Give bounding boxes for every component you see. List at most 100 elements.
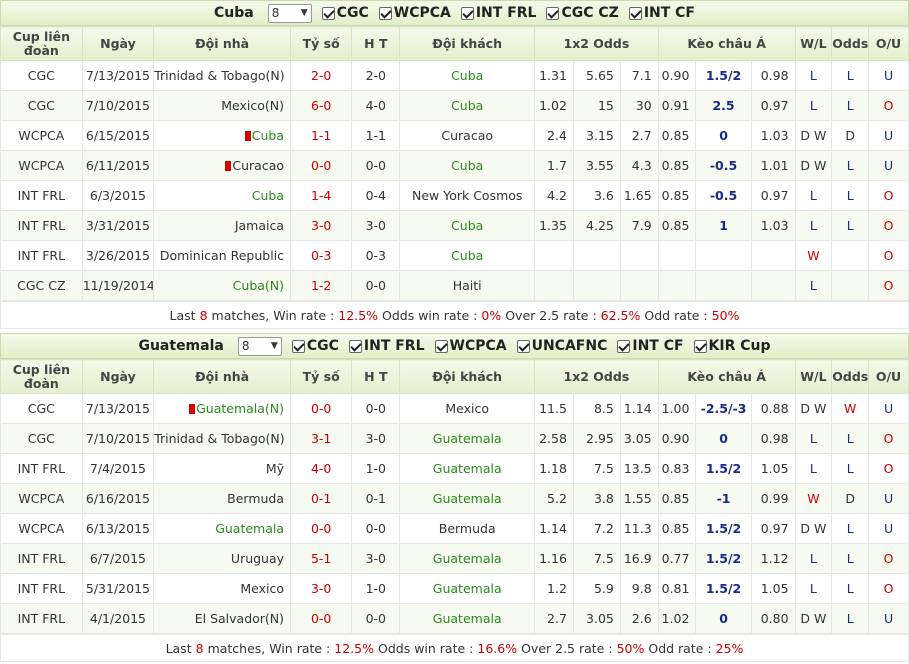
cell-handicap-home-odds-text: 0.85 — [661, 218, 690, 233]
checkbox-checked-icon[interactable] — [291, 339, 305, 353]
cell-away-team-text[interactable]: Cuba — [451, 218, 483, 233]
cell-away-team-text[interactable]: Cuba — [451, 68, 483, 83]
cell-wl: D W — [794, 393, 833, 424]
cell-handicap-line-text: -0.5 — [709, 188, 738, 203]
league-filter-int-frl[interactable]: INT FRL — [348, 338, 425, 354]
cell-home-team-text[interactable]: Mỹ — [266, 461, 284, 476]
cell-home-team-text[interactable]: El Salvador(N) — [195, 611, 284, 626]
checkbox-checked-icon[interactable] — [516, 339, 530, 353]
league-filter-int-cf[interactable]: INT CF — [617, 338, 684, 354]
cell-score: 3-0 — [290, 210, 353, 241]
cell-home-team: Mỹ — [153, 453, 292, 484]
cell-away-team-text[interactable]: Guatemala — [433, 581, 502, 596]
league-filter-int-cf[interactable]: INT CF — [628, 5, 695, 21]
cell-away-team-text[interactable]: Curacao — [441, 128, 493, 143]
cell-home-team-text[interactable]: Trinidad & Tobago(N) — [155, 431, 285, 446]
checkbox-checked-icon[interactable] — [617, 339, 631, 353]
cell-handicap-away-odds-text: 0.99 — [760, 491, 789, 506]
cell-away-team-text[interactable]: Haiti — [453, 278, 482, 293]
cell-league-text: CGC — [27, 98, 55, 113]
cell-halftime-text: 0-4 — [365, 188, 386, 203]
cell-halftime-text: 1-0 — [365, 461, 386, 476]
cell-away-team-text[interactable]: New York Cosmos — [412, 188, 522, 203]
cell-home-team: Guatemala(N) — [153, 393, 292, 424]
cell-home-team-text[interactable]: Trinidad & Tobago(N) — [155, 68, 285, 83]
cell-home-team-text[interactable]: Cuba — [252, 188, 284, 203]
cell-date-text: 4/1/2015 — [89, 611, 147, 626]
cell-odds-draw-text: 5.9 — [593, 581, 614, 596]
checkbox-checked-icon[interactable] — [378, 6, 392, 20]
cell-away-team-text[interactable]: Cuba — [451, 248, 483, 263]
cell-odds-result-text: L — [846, 431, 854, 446]
league-filters: CGC INT FRL WCPCA UNCAFNC INT CF KIR Cup — [291, 338, 771, 354]
cell-league-text: INT FRL — [17, 611, 66, 626]
section-summary: Last 8 matches, Win rate : 12.5% Odds wi… — [0, 634, 909, 662]
checkbox-checked-icon[interactable] — [546, 6, 560, 20]
cell-home-team: Jamaica — [153, 210, 292, 241]
section-titlebar: Guatemala 8 ▼ CGC INT FRL WCPCA UNCAFNC INT … — [0, 333, 909, 359]
cell-away-team-text[interactable]: Mexico — [445, 401, 489, 416]
cell-home-team-text[interactable]: Guatemala(N) — [196, 401, 284, 416]
cell-home-team-text[interactable]: Curacao — [232, 158, 284, 173]
summary-last-label: Last — [165, 640, 192, 656]
cell-date-text: 6/13/2015 — [85, 521, 150, 536]
col-asian-handicap: Kèo châu Á — [657, 26, 796, 61]
cell-handicap-away-odds: 1.05 — [750, 573, 796, 604]
cell-home-team-text[interactable]: Mexico — [240, 581, 284, 596]
cell-away-team-text[interactable]: Guatemala — [433, 551, 502, 566]
cell-handicap-home-odds: 1.00 — [657, 393, 697, 424]
checkbox-checked-icon[interactable] — [693, 339, 707, 353]
cell-handicap-line: -0.5 — [695, 180, 752, 211]
cell-home-team-text[interactable]: Dominican Republic — [160, 248, 284, 263]
cell-home-team-text[interactable]: Uruguay — [231, 551, 284, 566]
cell-odds-home: 4.2 — [534, 180, 574, 211]
cell-away-team-text[interactable]: Bermuda — [439, 521, 496, 536]
summary-last-label: Last — [169, 307, 196, 323]
cell-wl-text: D W — [800, 521, 827, 536]
league-filter-kir-cup[interactable]: KIR Cup — [693, 338, 771, 354]
cell-away-team-text[interactable]: Guatemala — [433, 611, 502, 626]
league-filter-label: WCPCA — [393, 5, 451, 21]
league-filter-label: CGC CZ — [561, 5, 619, 21]
league-filter-wcpca[interactable]: WCPCA — [378, 5, 451, 21]
cell-handicap-away-odds — [750, 240, 796, 271]
cell-odds-draw-text: 7.5 — [593, 461, 614, 476]
league-filter-wcpca[interactable]: WCPCA — [434, 338, 507, 354]
cell-away-team-text[interactable]: Guatemala — [433, 461, 502, 476]
checkbox-checked-icon[interactable] — [348, 339, 362, 353]
cell-home-team-text[interactable]: Mexico(N) — [221, 98, 284, 113]
cell-home-team-text[interactable]: Guatemala — [215, 521, 284, 536]
cell-ou: O — [868, 543, 909, 574]
cell-away-team-text[interactable]: Cuba — [451, 158, 483, 173]
cell-handicap-away-odds: 0.97 — [750, 513, 796, 544]
match-count-select[interactable]: 8 ▼ — [267, 3, 312, 23]
cell-odds-draw: 3.15 — [572, 120, 621, 151]
cell-away-team-text[interactable]: Guatemala — [433, 431, 502, 446]
cell-away-team-text[interactable]: Cuba — [451, 98, 483, 113]
cell-home-team-text[interactable]: Jamaica — [235, 218, 284, 233]
cell-handicap-line: -0.5 — [695, 150, 752, 181]
checkbox-checked-icon[interactable] — [460, 6, 474, 20]
cell-handicap-line: 1.5/2 — [695, 453, 752, 484]
checkbox-checked-icon[interactable] — [321, 6, 335, 20]
checkbox-checked-icon[interactable] — [628, 6, 642, 20]
cell-home-team-text[interactable]: Cuba(N) — [233, 278, 284, 293]
cell-away-team-text[interactable]: Guatemala — [433, 491, 502, 506]
cell-odds-draw-text: 2.95 — [586, 431, 614, 446]
league-filter-cgc[interactable]: CGC — [291, 338, 339, 354]
cell-odds-home-text: 5.2 — [547, 491, 567, 506]
checkbox-checked-icon[interactable] — [434, 339, 448, 353]
match-count-select[interactable]: 8 ▼ — [237, 336, 282, 356]
cell-odds-away: 1.65 — [619, 180, 659, 211]
league-filter-cgc[interactable]: CGC — [321, 5, 369, 21]
table-row: CGC 7/10/2015 Trinidad & Tobago(N) 3-1 3-0 Gu… — [0, 423, 909, 454]
cell-handicap-line-text: 0 — [719, 128, 728, 143]
cell-handicap-home-odds — [657, 240, 697, 271]
league-filter-cgc-cz[interactable]: CGC CZ — [546, 5, 619, 21]
cell-odds-home: 5.2 — [534, 483, 574, 514]
cell-home-team-text[interactable]: Bermuda — [227, 491, 284, 506]
col-wl: W/L — [794, 26, 833, 61]
league-filter-uncafnc[interactable]: UNCAFNC — [516, 338, 607, 354]
league-filter-int-frl[interactable]: INT FRL — [460, 5, 536, 21]
cell-home-team-text[interactable]: Cuba — [252, 128, 284, 143]
